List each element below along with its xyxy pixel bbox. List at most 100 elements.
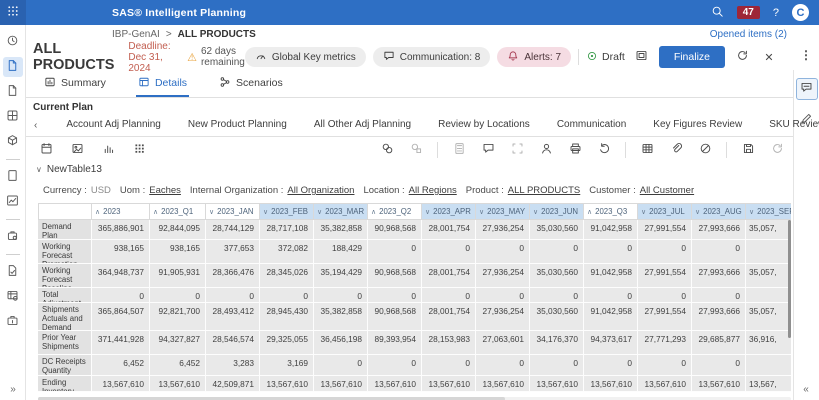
refresh-button[interactable] (732, 47, 752, 67)
grid-cell[interactable]: 27,993,666 (692, 303, 746, 331)
sidebar-item-capture[interactable] (3, 227, 23, 247)
save-table-button[interactable] (740, 142, 756, 158)
search-button[interactable] (711, 5, 724, 21)
grid-cell[interactable]: 188,429 (314, 240, 368, 264)
grid-cell[interactable]: 29,325,055 (260, 331, 314, 355)
grid-cell[interactable]: 28,744,129 (206, 220, 260, 240)
grid-cell[interactable]: 6,452 (92, 355, 150, 376)
sidebar-item-documents[interactable] (3, 82, 23, 102)
grid-cell[interactable]: 94,373,617 (584, 331, 638, 355)
sidebar-item-analytics[interactable] (3, 192, 23, 212)
grid-cell[interactable]: 28,001,754 (422, 303, 476, 331)
grid-cell[interactable]: 0 (206, 288, 260, 303)
grid-cell[interactable]: 0 (314, 288, 368, 303)
grid-cell[interactable]: 0 (530, 240, 584, 264)
overflow-menu-button[interactable]: ⋮ (800, 48, 812, 62)
grid-cell[interactable]: 91,042,958 (584, 264, 638, 288)
grid-cell[interactable]: 371,441,928 (92, 331, 150, 355)
vertical-scrollbar[interactable] (788, 220, 791, 338)
grid-cell[interactable]: 28,493,412 (206, 303, 260, 331)
tab-details[interactable]: Details (136, 71, 189, 97)
close-button[interactable]: ✕ (759, 47, 779, 67)
column-header-2023_MAR[interactable]: ∨2023_MAR (314, 203, 368, 220)
global-key-metrics-button[interactable]: Global Key metrics (245, 47, 366, 67)
row-label[interactable]: Prior Year Shipments (38, 331, 92, 355)
grid-cell[interactable]: 0 (422, 288, 476, 303)
grid-cell[interactable]: 35,382,858 (314, 220, 368, 240)
sidebar-item-jobs[interactable] (3, 312, 23, 332)
row-label[interactable]: DC Receipts Quantity (38, 355, 92, 376)
grid-cell[interactable]: 13,567,610 (530, 376, 584, 392)
grid-cell[interactable]: 0 (476, 240, 530, 264)
grid-cell[interactable]: 94,327,827 (150, 331, 206, 355)
grid-cell[interactable]: 27,936,254 (476, 264, 530, 288)
grid-cell[interactable]: 35,057, (746, 264, 791, 288)
alerts-button[interactable]: Alerts: 7 (497, 47, 571, 67)
sheet-tab-review-by-locations[interactable]: Review by Locations (438, 115, 530, 136)
grid-cell[interactable]: 13,567,610 (422, 376, 476, 392)
tab-scenarios[interactable]: Scenarios (217, 71, 285, 97)
grid-cell[interactable]: 27,991,554 (638, 264, 692, 288)
board-view-button[interactable] (632, 47, 652, 67)
column-header-2023_APR[interactable]: ∨2023_APR (422, 203, 476, 220)
grid-cell[interactable]: 13,567,610 (584, 376, 638, 392)
grid-cell[interactable]: 0 (476, 355, 530, 376)
avatar[interactable]: C (792, 4, 809, 21)
grid-cell[interactable]: 27,993,666 (692, 264, 746, 288)
column-header-2023_JUN[interactable]: ∨2023_JUN (530, 203, 584, 220)
grid-cell[interactable]: 0 (368, 355, 422, 376)
column-header-2023_Q2[interactable]: ∧2023_Q2 (368, 203, 422, 220)
grid-cell[interactable]: 0 (150, 288, 206, 303)
grid-cell[interactable]: 28,345,026 (260, 264, 314, 288)
refresh-table-button[interactable] (769, 142, 785, 158)
app-switcher-button[interactable] (0, 0, 26, 25)
grid-cell[interactable]: 91,042,958 (584, 303, 638, 331)
sheet-tab-new-product-planning[interactable]: New Product Planning (188, 115, 287, 136)
grid-cell[interactable]: 0 (368, 288, 422, 303)
grid-cell[interactable]: 938,165 (92, 240, 150, 264)
grid-cell[interactable]: 0 (368, 240, 422, 264)
breadcrumb-root[interactable]: IBP-GenAI (112, 29, 160, 40)
grid-cell[interactable]: 0 (638, 355, 692, 376)
grid-cell[interactable]: 13,567,610 (92, 376, 150, 392)
grid-cell[interactable]: 28,366,476 (206, 264, 260, 288)
grid-cell[interactable]: 28,001,754 (422, 220, 476, 240)
sheet-tab-key-figures-review[interactable]: Key Figures Review (653, 115, 742, 136)
grid-cell[interactable]: 0 (422, 355, 476, 376)
grid-cell[interactable]: 13,567,610 (260, 376, 314, 392)
row-label[interactable]: Demand Plan (38, 220, 92, 240)
grid-cell[interactable]: 0 (92, 288, 150, 303)
sidebar-item-models[interactable] (3, 132, 23, 152)
collapse-right-rail-button[interactable]: « (793, 384, 819, 395)
grid-cell[interactable]: 29,685,877 (692, 331, 746, 355)
grid-cell[interactable]: 3,283 (206, 355, 260, 376)
grid-cell[interactable]: 13,567,610 (150, 376, 206, 392)
grid-cell[interactable]: 6,452 (150, 355, 206, 376)
column-header-2023_Q1[interactable]: ∧2023_Q1 (150, 203, 206, 220)
grid-cell[interactable]: 364,948,737 (92, 264, 150, 288)
grid-cell[interactable]: 35,030,560 (530, 220, 584, 240)
row-label[interactable]: Total Adjustment (38, 288, 92, 303)
column-header-2023_FEB[interactable]: ∨2023_FEB (260, 203, 314, 220)
grid-cell[interactable]: 35,194,429 (314, 264, 368, 288)
grid-cell[interactable]: 92,821,700 (150, 303, 206, 331)
tab-summary[interactable]: Summary (42, 71, 108, 97)
grid-cell[interactable]: 90,968,568 (368, 303, 422, 331)
grid-cell[interactable]: 0 (476, 288, 530, 303)
grid-cell[interactable]: 90,968,568 (368, 220, 422, 240)
grid-cell[interactable]: 27,991,554 (638, 303, 692, 331)
grid-cell[interactable]: 372,082 (260, 240, 314, 264)
grid-cell[interactable]: 27,771,293 (638, 331, 692, 355)
calculator-button[interactable] (451, 142, 467, 158)
grid-cell[interactable]: 0 (530, 355, 584, 376)
column-header-2023_Q3[interactable]: ∧2023_Q3 (584, 203, 638, 220)
filter-value[interactable]: ALL PRODUCTS (508, 185, 581, 196)
grid-cell[interactable]: 0 (584, 240, 638, 264)
row-label[interactable]: Shipments Actuals and Demand Plan (38, 303, 92, 331)
grid-cell[interactable]: 28,717,108 (260, 220, 314, 240)
sidebar-item-dashboard[interactable] (3, 107, 23, 127)
grid-cell[interactable]: 0 (638, 288, 692, 303)
sidebar-item-data-tables[interactable] (3, 287, 23, 307)
grid-cell[interactable]: 377,653 (206, 240, 260, 264)
grid-cell[interactable]: 27,991,554 (638, 220, 692, 240)
